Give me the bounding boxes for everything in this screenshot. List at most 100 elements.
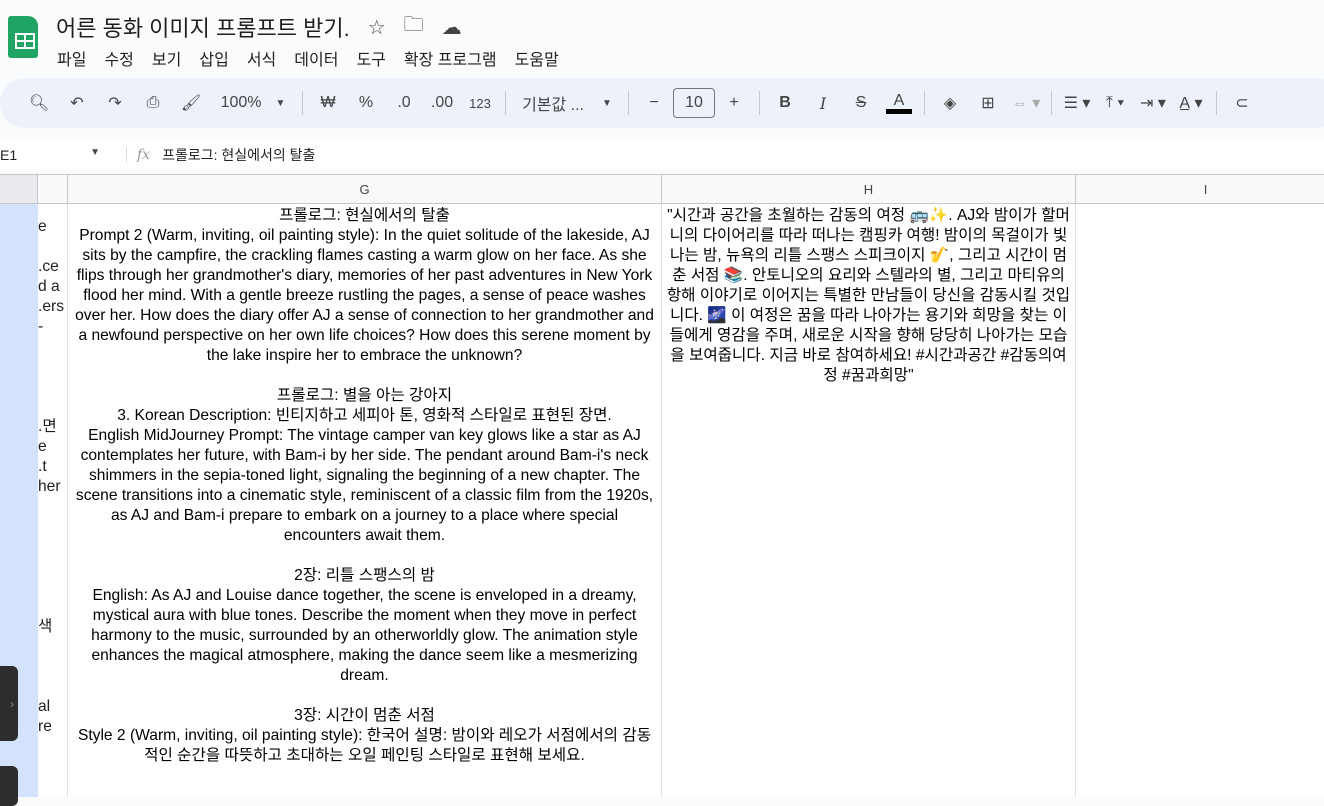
column-header-i[interactable]: I (1076, 174, 1324, 204)
cloud-saved-icon[interactable]: ☁ (442, 15, 462, 40)
cell-fragment (38, 757, 67, 777)
cell-fragment: - (38, 318, 44, 335)
menu-tools[interactable]: 도구 (356, 46, 385, 70)
divider (1216, 91, 1217, 115)
cell-i1[interactable] (1076, 204, 1324, 797)
divider (505, 91, 506, 115)
menu-file[interactable]: 파일 (57, 46, 86, 70)
cell-fragment (38, 597, 67, 617)
horizontal-align-icon[interactable]: ☰ ▾ (1058, 87, 1096, 119)
increase-decimal-button[interactable]: .00 (423, 87, 461, 119)
column-header-h[interactable]: H (662, 174, 1076, 204)
cell-fragment: 면. (38, 418, 57, 435)
cell-fragment (38, 557, 67, 577)
cell-fragment: re (38, 718, 52, 735)
cell-fragment: e (38, 438, 47, 455)
font-size-input[interactable]: 10 (673, 88, 715, 118)
cell-ref: E1 (0, 147, 18, 163)
chevron-down-icon: ▼ (90, 147, 100, 158)
paint-format-icon[interactable]: 🖌︎ (172, 87, 210, 119)
print-icon[interactable]: ⎙ (134, 87, 172, 119)
font-size-increase-button[interactable]: + (715, 87, 753, 119)
row-header-corner[interactable] (0, 174, 38, 204)
borders-icon[interactable]: ⊞ (969, 87, 1007, 119)
fill-color-icon[interactable]: ◈ (931, 87, 969, 119)
vertical-align-icon[interactable]: ⤒ ▾ (1096, 87, 1134, 119)
number-format-button[interactable]: 123 (461, 87, 499, 119)
side-panel-button[interactable] (0, 766, 18, 806)
decrease-decimal-button[interactable]: .0 (385, 87, 423, 119)
chevron-down-icon: ▼ (275, 97, 286, 109)
menu-extensions[interactable]: 확장 프로그램 (404, 46, 497, 70)
menu-view[interactable]: 보기 (152, 46, 181, 70)
text-color-button[interactable]: A (880, 87, 918, 119)
text-rotation-icon[interactable]: A̲ ▾ (1172, 87, 1210, 119)
formula-input[interactable]: 프롤로그: 현실에서의 탈출 (162, 145, 315, 165)
cell-fragment (38, 577, 67, 597)
cell-fragment: 색 (38, 618, 53, 635)
menu-bar: 파일 수정 보기 삽입 서식 데이터 도구 확장 프로그램 도움말 (57, 46, 559, 70)
name-box[interactable]: E1 ▼ (0, 147, 110, 163)
divider (302, 91, 303, 115)
cell-fragment (38, 204, 67, 217)
cell-fragment: d a (38, 278, 60, 295)
cell-fragment (38, 397, 67, 417)
column-header-g[interactable]: G (68, 174, 662, 204)
cell-g1[interactable]: 프롤로그: 현실에서의 탈출 Prompt 2 (Warm, inviting,… (68, 204, 662, 797)
zoom-select[interactable]: 100% ▼ (210, 87, 296, 119)
bold-button[interactable]: B (766, 87, 804, 119)
divider (759, 91, 760, 115)
cell-fragment (38, 537, 67, 557)
text-wrap-icon[interactable]: ⇥ ▾ (1134, 87, 1172, 119)
cell-fragment (38, 677, 67, 697)
merge-cells-icon[interactable]: ⇔ ▾ (1007, 87, 1045, 119)
font-size-decrease-button[interactable]: − (635, 87, 673, 119)
cell-fragment: ce. (38, 258, 59, 275)
column-header-f[interactable] (38, 174, 68, 204)
move-folder-icon[interactable]: 🗀 (404, 10, 424, 44)
side-panel-toggle[interactable]: › (0, 666, 18, 741)
cell-h1-text: "시간과 공간을 초월하는 감동의 여정 🚌✨. AJ와 밤이가 할머니의 다이… (666, 207, 1071, 384)
chevron-down-icon: ▼ (602, 97, 612, 109)
cell-fragment: her (38, 478, 61, 495)
cell-fragment (38, 777, 67, 797)
search-icon[interactable]: 🔍︎ (20, 87, 58, 119)
sheets-logo[interactable] (8, 16, 38, 58)
italic-button[interactable]: I (804, 87, 842, 119)
menu-format[interactable]: 서식 (247, 46, 276, 70)
cell-fragment (38, 737, 67, 757)
cell-fragment (38, 357, 67, 377)
cell-fragment: al (38, 698, 51, 715)
cell-fragment (38, 237, 67, 257)
percent-button[interactable]: % (347, 87, 385, 119)
cell-fragment (38, 657, 67, 677)
currency-button[interactable]: ₩ (309, 87, 347, 119)
fx-icon: fx (126, 147, 150, 163)
zoom-value: 100% (220, 94, 262, 111)
cell-fragment: e (38, 218, 47, 235)
redo-icon[interactable]: ↷ (96, 87, 134, 119)
text-color-swatch (886, 108, 912, 114)
formula-bar: E1 ▼ fx 프롤로그: 현실에서의 탈출 (0, 140, 1324, 170)
link-icon[interactable]: ⊂ (1223, 87, 1261, 119)
menu-data[interactable]: 데이터 (294, 46, 338, 70)
cell-g1-text: 프롤로그: 현실에서의 탈출 Prompt 2 (Warm, inviting,… (75, 207, 654, 764)
font-select[interactable]: 기본값 ... ▼ (512, 87, 622, 119)
divider (628, 91, 629, 115)
cell-fragment (38, 377, 67, 397)
strikethrough-button[interactable]: S (842, 87, 880, 119)
cell-i1-text (1076, 204, 1324, 208)
cell-h1[interactable]: "시간과 공간을 초월하는 감동의 여정 🚌✨. AJ와 밤이가 할머니의 다이… (662, 204, 1076, 797)
divider (924, 91, 925, 115)
undo-icon[interactable]: ↶ (58, 87, 96, 119)
menu-insert[interactable]: 삽입 (199, 46, 228, 70)
column-f-cell[interactable]: ece.d aers.-면.et.her색alre이 (38, 204, 68, 797)
menu-help[interactable]: 도움말 (515, 46, 559, 70)
cell-fragment: ers. (38, 298, 65, 315)
font-value: 기본값 ... (522, 97, 585, 114)
menu-edit[interactable]: 수정 (104, 46, 133, 70)
star-icon[interactable]: ☆ (368, 15, 386, 40)
cell-fragment: t. (38, 458, 47, 475)
doc-title[interactable]: 어른 동화 이미지 프롬프트 받기. (56, 11, 350, 43)
doc-title-bar: 어른 동화 이미지 프롬프트 받기. ☆ 🗀 ☁ (56, 10, 462, 44)
